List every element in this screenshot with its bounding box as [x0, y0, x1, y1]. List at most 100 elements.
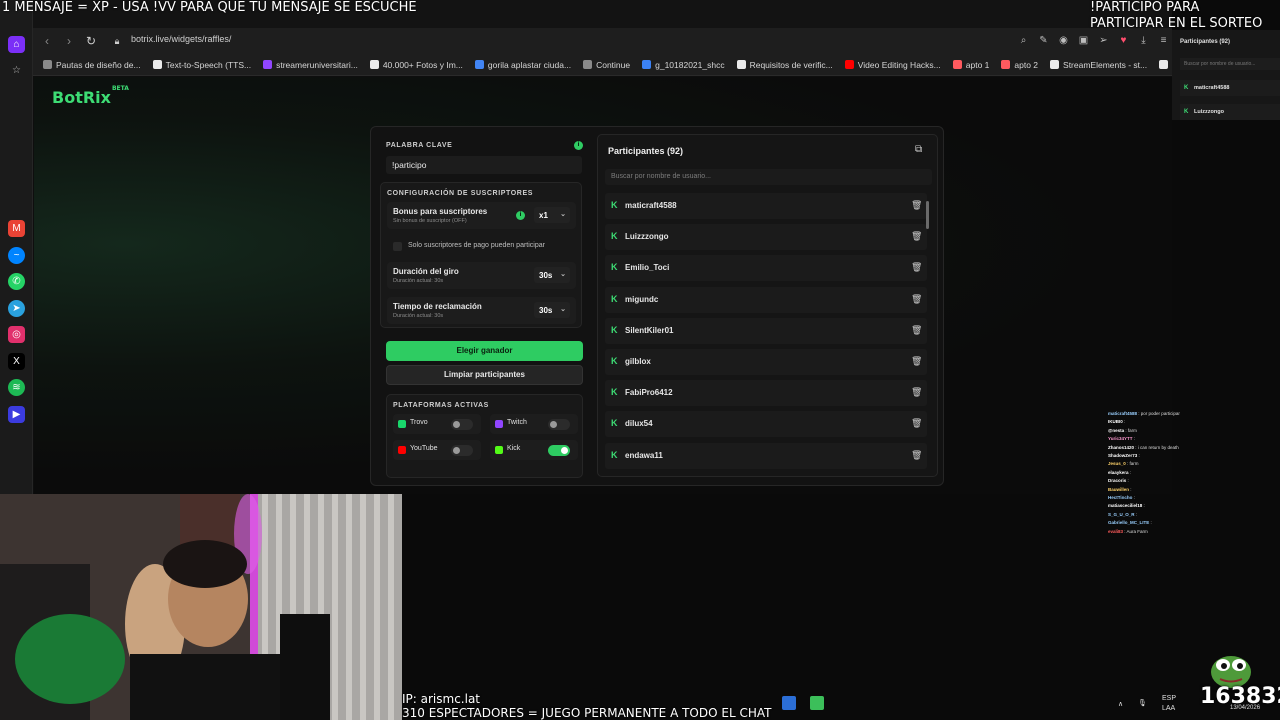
botrix-logo[interactable]: BotRixBETA [52, 85, 129, 107]
bookmark-item[interactable]: apto 1 [952, 60, 989, 70]
trash-icon[interactable]: 🗑︎ [911, 418, 922, 428]
box-icon[interactable]: ▣ [1077, 34, 1090, 47]
whatsapp-icon[interactable]: ✆ [8, 273, 25, 290]
platform-toggle[interactable] [451, 419, 473, 430]
scrollbar-thumb[interactable] [926, 201, 929, 229]
reload-icon[interactable]: ↻ [83, 33, 99, 49]
spotify-icon[interactable]: ≋ [8, 379, 25, 396]
info-icon[interactable]: i [574, 141, 583, 150]
bookmark-label: Continue [596, 59, 631, 70]
bonus-select[interactable]: x1 ⌄ [534, 207, 570, 223]
back-icon[interactable]: ‹ [39, 33, 55, 49]
heart-icon[interactable]: ♥ [1117, 34, 1130, 47]
download-icon[interactable]: ⤓ [1137, 34, 1150, 47]
home-icon[interactable]: ⌂ [8, 36, 25, 53]
copy-icon[interactable]: ⧉ [915, 144, 927, 156]
camera-icon[interactable]: ◉ [1057, 34, 1070, 47]
chat-message: IKUBI0 : [1108, 418, 1280, 426]
trash-icon[interactable]: 🗑︎ [911, 387, 922, 397]
participant-row[interactable]: K FabiPro6412 🗑︎ [605, 380, 927, 407]
lang-primary[interactable]: ESP [1162, 695, 1176, 702]
participant-row[interactable]: Kmaticraft4588 🗑︎ [605, 193, 927, 219]
participants-scrollbar[interactable] [926, 193, 930, 475]
instagram-icon[interactable]: ◎ [8, 326, 25, 343]
x-icon[interactable]: X [8, 353, 25, 370]
bookmark-item[interactable]: apto 2 [1001, 60, 1038, 70]
trash-icon[interactable]: 🗑︎ [911, 231, 922, 241]
bookmark-label: streameruniversitari... [276, 59, 358, 70]
toggle-knob [453, 421, 460, 428]
spin-select[interactable]: 30s ⌄ [534, 267, 570, 283]
bookmark-item[interactable]: Requisitos de verific... [736, 59, 833, 70]
participant-row[interactable]: K Luizzzongo 🗑︎ [605, 224, 927, 251]
edit-icon[interactable]: ✎ [1037, 34, 1050, 47]
bookmark-item[interactable]: g_10182021_shcc [642, 60, 725, 70]
clear-participants-button[interactable]: Limpiar participantes [386, 365, 583, 385]
taskbar-app-icon[interactable] [782, 696, 796, 710]
gmail-icon[interactable]: M [8, 220, 25, 237]
search-icon[interactable]: ⌕ [1017, 34, 1030, 47]
trash-icon[interactable]: 🗑︎ [911, 200, 922, 210]
participant-row[interactable]: Kgilblox 🗑︎ [605, 349, 927, 375]
bookmark-item[interactable]: Video Editing Hacks... [844, 60, 941, 70]
chat-message: S_G_U_O_R : [1108, 511, 1280, 519]
participant-row[interactable]: K SilentKiler01 🗑︎ [605, 317, 927, 344]
bookmark-item[interactable]: Text-to-Speech (TTS... [152, 60, 251, 70]
bookmark-item[interactable]: streameruniversitari... [263, 60, 358, 70]
trash-icon[interactable]: 🗑︎ [911, 262, 922, 272]
minecraft-icon[interactable] [810, 696, 824, 710]
chat-message: Yuric34YTT : [1108, 435, 1280, 443]
pick-winner-button[interactable]: Elegir ganador [386, 341, 583, 361]
chat-text: por poder participar [1140, 411, 1180, 416]
kick-icon [495, 446, 503, 454]
bookmark-item[interactable]: gorila aplastar ciuda... [474, 60, 571, 70]
bookmark-item[interactable]: Continue [583, 60, 630, 70]
chat-message: HectTincho : [1108, 494, 1280, 502]
claim-select[interactable]: 30s ⌄ [534, 302, 570, 318]
chat-overlay: maticraft4588 : por poder participar IKUB… [1108, 410, 1280, 540]
platform-name: YouTube [410, 445, 438, 452]
trash-icon[interactable]: 🗑︎ [911, 325, 922, 335]
mic-icon[interactable]: 🎙︎ [1138, 699, 1147, 707]
chat-message: evali83 : Aura Farm [1108, 528, 1280, 536]
participant-row[interactable]: Kdilux54 🗑︎ [605, 411, 927, 438]
paid-only-row[interactable]: Solo suscriptores de pago pueden partici… [387, 238, 576, 255]
trash-icon[interactable]: 🗑︎ [911, 294, 922, 304]
chat-username: Dracoris [1108, 478, 1127, 484]
bookmark-item[interactable]: StreamElements - st... [1050, 60, 1147, 70]
participant-row[interactable]: K Emilio_Toci 🗑︎ [605, 255, 927, 282]
participant-row[interactable]: Kendawa11 🗑︎ [605, 442, 927, 469]
bookmark-label: Requisitos de verific... [749, 59, 833, 70]
platform-toggle[interactable] [548, 419, 570, 430]
player-icon[interactable]: ▶ [8, 406, 25, 423]
bonus-info-icon[interactable]: i [516, 211, 525, 220]
chevron-down-icon: ⌄ [560, 306, 566, 313]
star-icon[interactable]: ☆ [8, 62, 25, 79]
send-icon[interactable]: ➢ [1097, 34, 1110, 47]
paid-only-checkbox[interactable] [393, 242, 402, 251]
browser-sidebar: ⌂ ☆ M ~ ✆ ➤ ◎ X ≋ ▶ [0, 0, 33, 494]
lang-secondary[interactable]: LAA [1162, 705, 1175, 712]
chat-username: Zhanos1420 [1108, 444, 1135, 450]
platform-toggle[interactable] [548, 445, 570, 456]
platform-toggle[interactable] [451, 445, 473, 456]
participant-name: maticraft4588 [625, 201, 677, 210]
chevron-up-icon[interactable]: ∧ [1118, 700, 1123, 708]
messenger-icon[interactable]: ~ [8, 247, 25, 264]
keyword-input[interactable]: !participo [386, 156, 582, 174]
chat-text: farm [1129, 461, 1139, 467]
chat-username: S_G_U_O_R [1108, 511, 1135, 517]
subscriber-config: CONFIGURACIÓN DE SUSCRIPTORES Bonus para… [380, 182, 582, 328]
telegram-icon[interactable]: ➤ [8, 300, 25, 317]
menu-icon[interactable]: ≡ [1157, 34, 1170, 47]
bookmark-item[interactable]: 40.000+ Fotos y Im... [369, 60, 463, 70]
bookmark-item[interactable]: Uni/Aris (@streame... [1159, 60, 1172, 70]
claim-subtitle: Duración actual: 30s [393, 313, 444, 319]
trash-icon[interactable]: 🗑︎ [911, 450, 922, 460]
participant-row[interactable]: Kmigundc 🗑︎ [605, 286, 927, 313]
forward-icon[interactable]: › [61, 33, 77, 49]
url-field[interactable]: botrix.live/widgets/raffles/ [131, 34, 231, 44]
participant-search-input[interactable]: Buscar por nombre de usuario... [605, 169, 932, 185]
bookmark-item[interactable]: Pautas de diseño de... [43, 60, 141, 70]
trash-icon[interactable]: 🗑︎ [911, 356, 922, 366]
